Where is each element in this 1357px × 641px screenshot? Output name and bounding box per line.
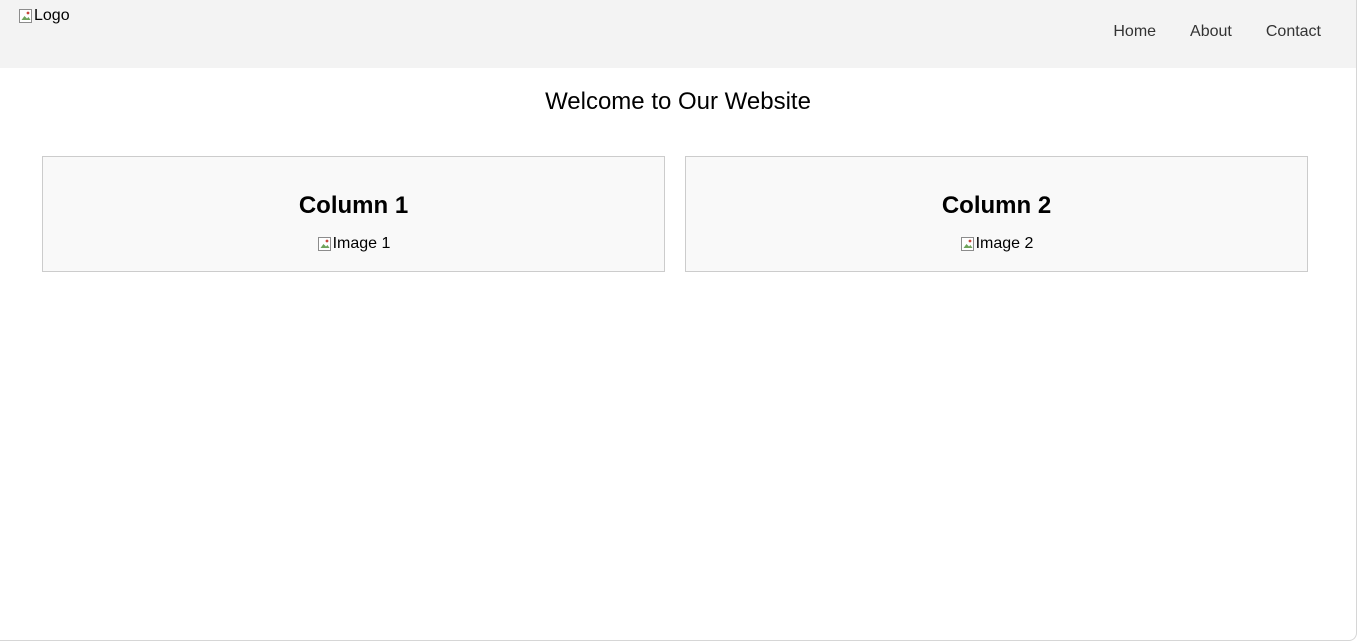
main-nav: Home About Contact (1113, 22, 1321, 42)
logo-alt-text: Logo (34, 7, 70, 24)
column-heading-2: Column 2 (941, 192, 1052, 219)
column-image-2: Image 2 (960, 235, 1034, 253)
browser-viewport: Logo Home About Contact Welcome to Our W… (0, 0, 1357, 641)
column-image-1: Image 1 (317, 235, 391, 253)
page-title: Welcome to Our Website (545, 88, 811, 115)
broken-image-icon (18, 8, 34, 24)
column-card-1: Column 1 Image 1 (42, 156, 665, 272)
nav-contact-link[interactable]: Contact (1266, 22, 1321, 42)
nav-home-link[interactable]: Home (1113, 22, 1156, 42)
column-card-2: Column 2 Image 2 (685, 156, 1308, 272)
column-heading-1: Column 1 (298, 192, 409, 219)
site-header: Logo Home About Contact (0, 0, 1356, 68)
broken-image-icon (317, 236, 333, 252)
column-image-alt-1: Image 1 (332, 235, 391, 252)
broken-image-icon (960, 236, 976, 252)
column-image-alt-2: Image 2 (975, 235, 1034, 252)
columns-container: Column 1 Image 1 Column 2 Image 2 (42, 156, 1308, 272)
logo-image[interactable]: Logo (18, 7, 70, 25)
nav-about-link[interactable]: About (1190, 22, 1232, 42)
